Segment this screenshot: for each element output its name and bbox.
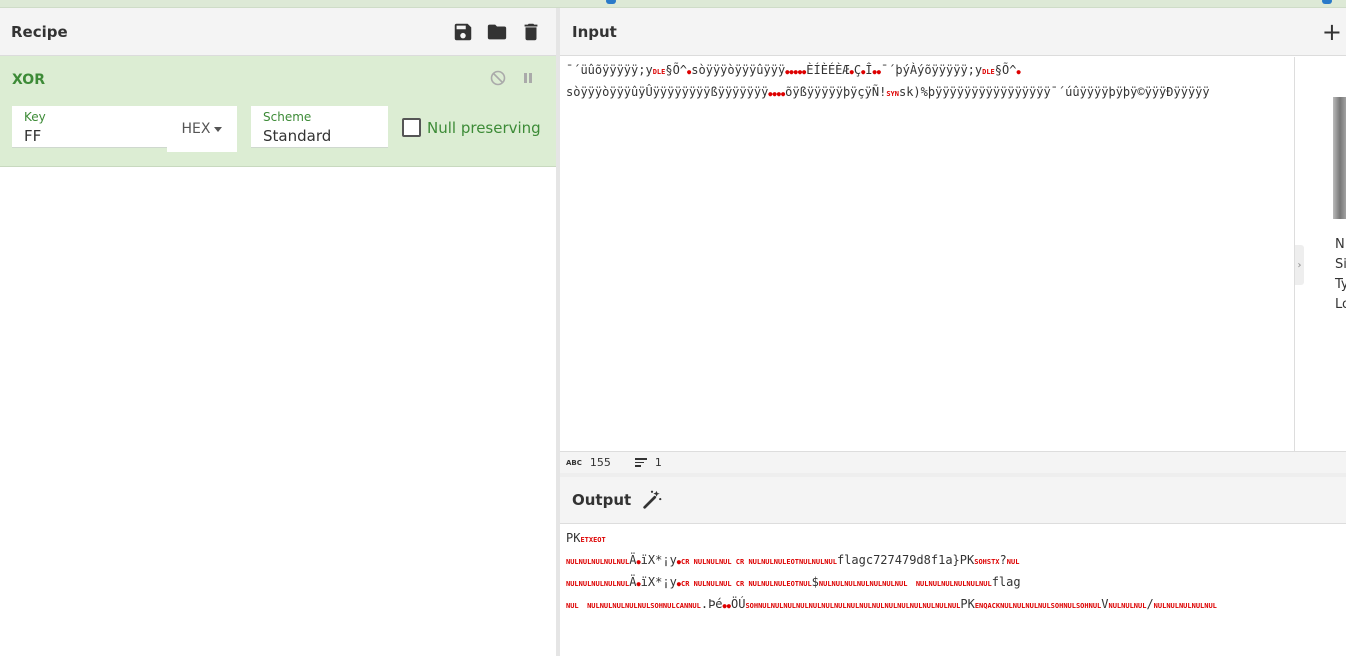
output-text-segment: flagc727479d8f1a}PK (836, 553, 975, 567)
output-text-segment: PK (960, 597, 975, 611)
output-text-segment: V (1101, 597, 1109, 611)
file-thumbnail (1333, 97, 1346, 219)
input-text-segment: ¯´üûõÿÿÿÿÿ;y (566, 63, 653, 77)
io-pane: Input + ¯´üûõÿÿÿÿÿ;yDLE§Õ^●sòÿÿÿòÿÿÿûÿÿÿ… (560, 8, 1346, 656)
add-tab-icon[interactable]: + (1322, 20, 1342, 44)
xor-operation[interactable]: XOR Key FF HEX Scheme Standard Null pres… (0, 56, 556, 167)
top-strip (0, 0, 1346, 8)
key-format-label: HEX (181, 121, 211, 137)
input-status-bar: ABC 155 1 (560, 451, 1346, 473)
null-preserving-option[interactable]: Null preserving (402, 118, 541, 137)
operation-name: XOR (12, 72, 45, 88)
input-text-segment: §Õ^ (994, 63, 1017, 77)
control-char-dot: ● (1016, 68, 1021, 76)
output-header: Output (560, 477, 1346, 524)
caret-down-icon (214, 126, 223, 132)
input-text-segment: sòÿÿÿòÿÿÿûÿÿÿ (691, 63, 786, 77)
control-char-dots: ●●●● (768, 90, 786, 98)
control-char-seq: CR NULNULNUL CR NULNULNULEOTNUL (681, 580, 812, 588)
control-char-seq: NULNULNULNULNULNULNUL NULNULNULNULNULNUL (818, 580, 992, 588)
recipe-pane: Recipe XOR Key FF HEX Scheme Standard Nu… (0, 8, 556, 656)
input-header: Input + (560, 8, 1346, 56)
top-strip-marker (1322, 0, 1332, 4)
input-text-segment: sòÿÿÿòÿÿÿûÿÛÿÿÿÿÿÿÿÿßÿÿÿÿÿÿÿ (566, 85, 769, 99)
control-char-seq: NULNULNULNULNUL (566, 580, 630, 588)
control-char-syn: SYN (886, 90, 899, 98)
output-text-segment: PK (566, 531, 581, 545)
control-char-seq: ETXEOT (580, 536, 606, 544)
disable-operation-icon[interactable] (490, 70, 506, 86)
control-char-dots: ●● (872, 68, 881, 76)
output-text-segment: ïX*¡y (640, 575, 677, 589)
char-count-icon: ABC (566, 458, 582, 467)
control-char-seq: CR NULNULNUL CR NULNULNULEOTNULNULNUL (681, 558, 837, 566)
control-char-dle: DLE (982, 68, 995, 76)
load-recipe-icon[interactable] (486, 21, 508, 43)
key-label: Key (24, 110, 46, 124)
input-text-area[interactable]: ¯´üûõÿÿÿÿÿ;yDLE§Õ^●sòÿÿÿòÿÿÿûÿÿÿ●●●●●ÈÍÈ… (560, 57, 1294, 451)
output-text-segment: .Þé (700, 597, 723, 611)
output-text-segment: flag (991, 575, 1021, 589)
output-text-segment: ? (999, 553, 1007, 567)
output-text-segment: ÖÚ (730, 597, 746, 611)
input-text-segment: §Õ^ (665, 63, 688, 77)
collapse-panel-button[interactable]: › (1295, 245, 1304, 285)
control-char-dle: DLE (652, 68, 666, 76)
recipe-header: Recipe (0, 8, 556, 56)
scheme-select[interactable]: Scheme Standard (251, 106, 388, 148)
control-char-seq: NUL (1006, 558, 1020, 566)
output-text-segment: ïX*¡y (640, 553, 677, 567)
line-count-icon (634, 458, 647, 467)
control-char-seq: SOHSTX (974, 558, 1000, 566)
control-char-seq: NULNULNUL (1108, 602, 1147, 610)
scheme-label: Scheme (263, 110, 312, 124)
key-value: FF (24, 127, 42, 145)
input-text-segment: Î (865, 63, 873, 77)
output-text-area[interactable]: PKETXEOT NULNULNULNULNULÄ●ïX*¡y●CR NULNU… (560, 525, 1346, 656)
key-format-dropdown[interactable]: HEX (167, 106, 237, 152)
output-text-segment: $ (811, 575, 819, 589)
input-text-segment: ÈÍÈÉÈÆ (806, 63, 850, 77)
top-strip-marker (606, 0, 616, 4)
control-char-seq: NULNULNULNULNUL (1153, 602, 1217, 610)
magic-wand-icon[interactable] (641, 489, 663, 511)
save-recipe-icon[interactable] (452, 21, 474, 43)
input-text-segment: sk)%þÿÿÿÿÿÿÿÿÿÿÿÿÿÿÿÿ¯´úûÿÿÿÿþÿþÿ©ÿÿÿÐÿÿ… (898, 85, 1210, 99)
control-char-seq: NULNULNULNULNUL (566, 558, 630, 566)
control-char-dots: ●●●●● (785, 68, 807, 76)
line-count: 1 (654, 456, 662, 469)
file-details-panel: › N Si Ty Lo (1294, 57, 1346, 451)
recipe-title: Recipe (11, 22, 68, 41)
clear-recipe-icon[interactable] (520, 21, 542, 43)
output-title: Output (572, 491, 632, 509)
scheme-value: Standard (263, 127, 332, 145)
input-text-segment: ¯´þýÀýõÿÿÿÿÿ;y (880, 63, 983, 77)
output-text-segment: / (1146, 597, 1154, 611)
key-input[interactable]: Key FF (12, 106, 167, 148)
char-count: 155 (589, 456, 611, 469)
null-preserving-label: Null preserving (427, 118, 541, 137)
input-text-segment: Ç (853, 63, 862, 77)
control-char-seq: NUL NULNULNULNULNULSOHNULCANNUL (566, 602, 701, 610)
control-char-seq: ENQACKNULNULNULNULSOHNULSOHNUL (974, 602, 1102, 610)
input-text-segment: õÿßÿÿÿÿÿþÿçÿÑ! (785, 85, 887, 99)
control-char-seq: SOHNULNULNULNULNULNULNULNULNULNULNULNULN… (745, 602, 961, 610)
pause-operation-icon[interactable] (520, 70, 536, 86)
file-details-labels: N Si Ty Lo (1335, 237, 1346, 312)
input-title: Input (572, 22, 617, 41)
control-char-dots: ●● (722, 602, 731, 610)
null-preserving-checkbox[interactable] (402, 118, 421, 137)
